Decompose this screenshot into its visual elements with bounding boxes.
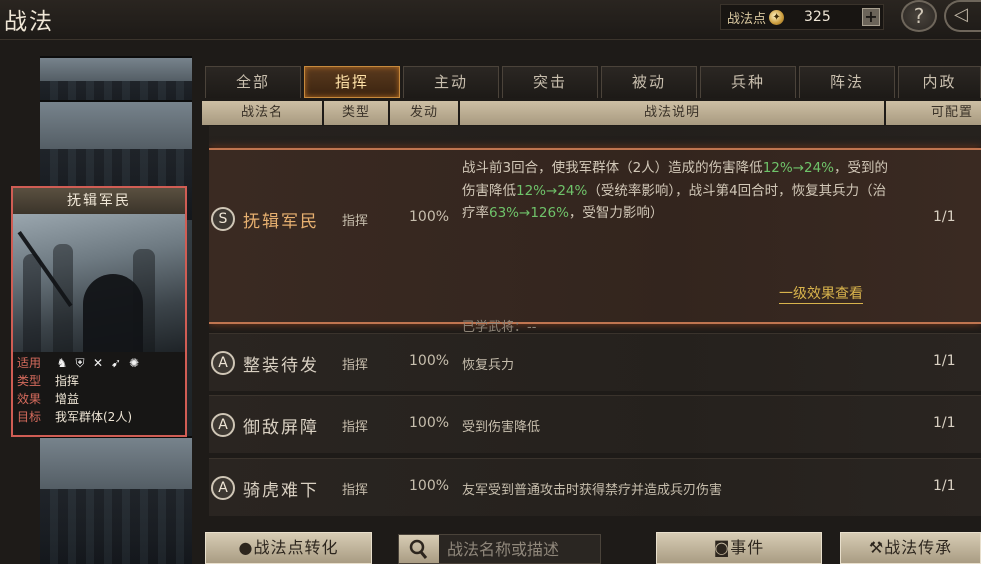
card-tactic-name: 抚辑军民: [13, 188, 185, 214]
search-icon: [409, 539, 428, 559]
tactic-name: 整装待发: [243, 356, 319, 376]
add-points-button[interactable]: +: [862, 8, 880, 26]
tactic-type: 指挥: [342, 420, 369, 435]
tactic-count: 1/1: [933, 209, 956, 225]
aptitude-label: 适用: [17, 356, 42, 370]
top-bar: 战法 战法点 ✦ 325 + ? ◁: [0, 0, 981, 40]
grade-badge: A: [211, 413, 235, 437]
list-item-partial: [209, 126, 981, 146]
events-button[interactable]: ◙事件: [656, 532, 822, 564]
column-name[interactable]: 战法名: [202, 101, 322, 125]
bow-icon: ➹: [110, 356, 122, 370]
tactic-rate: 100%: [409, 353, 450, 369]
tab-active[interactable]: 主动: [403, 66, 499, 98]
hammer-icon: ⚒: [868, 538, 885, 557]
tab-command[interactable]: 指挥: [304, 66, 400, 98]
selected-tactic-card: 抚辑军民 适用 ♞ ⛨ ✕ ➹ ✺ 类型 指挥 效果 增益 目标 我军群体(2人): [11, 186, 187, 437]
shield-icon: ⛨: [75, 356, 85, 370]
table-row-selected[interactable]: S 抚辑军民 指挥 100% 战斗前3回合，使我军群体（2人）造成的伤害降低12…: [209, 148, 981, 335]
list-header: 战法名 类型 发动 战法说明 可配置: [202, 101, 981, 125]
target-value: 我军群体(2人): [55, 410, 132, 424]
tactic-description: 友军受到普通攻击时获得禁疗并造成兵刃伤害: [462, 483, 723, 498]
tab-formation[interactable]: 阵法: [799, 66, 895, 98]
back-icon[interactable]: ◁: [944, 0, 981, 32]
tab-troop-type[interactable]: 兵种: [700, 66, 796, 98]
search-button[interactable]: [399, 535, 439, 563]
tactic-description: 战斗前3回合，使我军群体（2人）造成的伤害降低12%→24%，受到的伤害降低12…: [462, 160, 889, 221]
target-label: 目标: [17, 410, 42, 424]
card-artwork: [13, 214, 185, 352]
grade-badge: A: [211, 351, 235, 375]
table-row[interactable]: A 御敌屏障 指挥 100% 受到伤害降低 1/1: [209, 395, 981, 453]
effect-value: 增益: [55, 392, 80, 406]
table-row[interactable]: A 骑虎难下 指挥 100% 友军受到普通攻击时获得禁疗并造成兵刃伤害 1/1: [209, 458, 981, 516]
tab-internal-affairs[interactable]: 内政: [898, 66, 981, 98]
tactic-description: 受到伤害降低: [462, 420, 541, 435]
tactic-points-display: 战法点 ✦ 325 +: [720, 4, 884, 30]
tactic-list[interactable]: S 抚辑军民 指挥 100% 战斗前3回合，使我军群体（2人）造成的伤害降低12…: [209, 126, 981, 519]
convert-points-button[interactable]: ●战法点转化: [205, 532, 372, 564]
tactic-count: 1/1: [933, 353, 956, 369]
help-button[interactable]: ?: [901, 0, 937, 32]
tab-assault[interactable]: 突击: [502, 66, 598, 98]
tactic-type: 指挥: [342, 214, 369, 229]
tab-passive[interactable]: 被动: [601, 66, 697, 98]
grade-badge: S: [211, 207, 235, 231]
spear-icon: ✕: [92, 356, 104, 370]
column-trigger[interactable]: 发动: [390, 101, 458, 125]
level-one-effect-link[interactable]: 一级效果查看: [779, 283, 863, 304]
tactic-points-value: 325: [804, 9, 831, 25]
tactic-name: 抚辑军民: [243, 212, 319, 232]
cavalry-icon: ♞: [56, 356, 68, 370]
search-input[interactable]: [447, 535, 597, 563]
tactic-count: 1/1: [933, 478, 956, 494]
table-row[interactable]: A 整装待发 指挥 100% 恢复兵力 1/1: [209, 333, 981, 391]
tactic-name: 骑虎难下: [243, 481, 319, 501]
tab-all[interactable]: 全部: [205, 66, 301, 98]
tactic-rate: 100%: [409, 209, 450, 225]
tactic-description: 恢复兵力: [462, 358, 515, 373]
tactic-points-label: 战法点: [727, 11, 767, 27]
coin-icon: ✦: [769, 9, 785, 25]
drop-icon: ●: [238, 538, 254, 557]
tactic-rate: 100%: [409, 415, 450, 431]
column-description: 战法说明: [460, 101, 884, 125]
page-title: 战法: [4, 9, 54, 35]
card-info: 适用 ♞ ⛨ ✕ ➹ ✺ 类型 指挥 效果 增益 目标 我军群体(2人): [13, 352, 185, 435]
type-value: 指挥: [55, 374, 80, 388]
category-tabs: 全部 指挥 主动 突击 被动 兵种 阵法 内政: [205, 66, 981, 98]
column-configurable[interactable]: 可配置: [886, 101, 981, 125]
search-box: [398, 534, 601, 564]
effect-label: 效果: [17, 392, 42, 406]
type-label: 类型: [17, 374, 42, 388]
tactic-inherit-button[interactable]: ⚒战法传承: [840, 532, 981, 564]
siege-icon: ✺: [128, 356, 140, 370]
tactic-type: 指挥: [342, 483, 369, 498]
tactic-rate: 100%: [409, 478, 450, 494]
alert-icon: ◙: [713, 538, 731, 557]
grade-badge: A: [211, 476, 235, 500]
tactic-type: 指挥: [342, 358, 369, 373]
tactic-name: 御敌屏障: [243, 418, 319, 438]
column-type[interactable]: 类型: [324, 101, 388, 125]
tactic-count: 1/1: [933, 415, 956, 431]
